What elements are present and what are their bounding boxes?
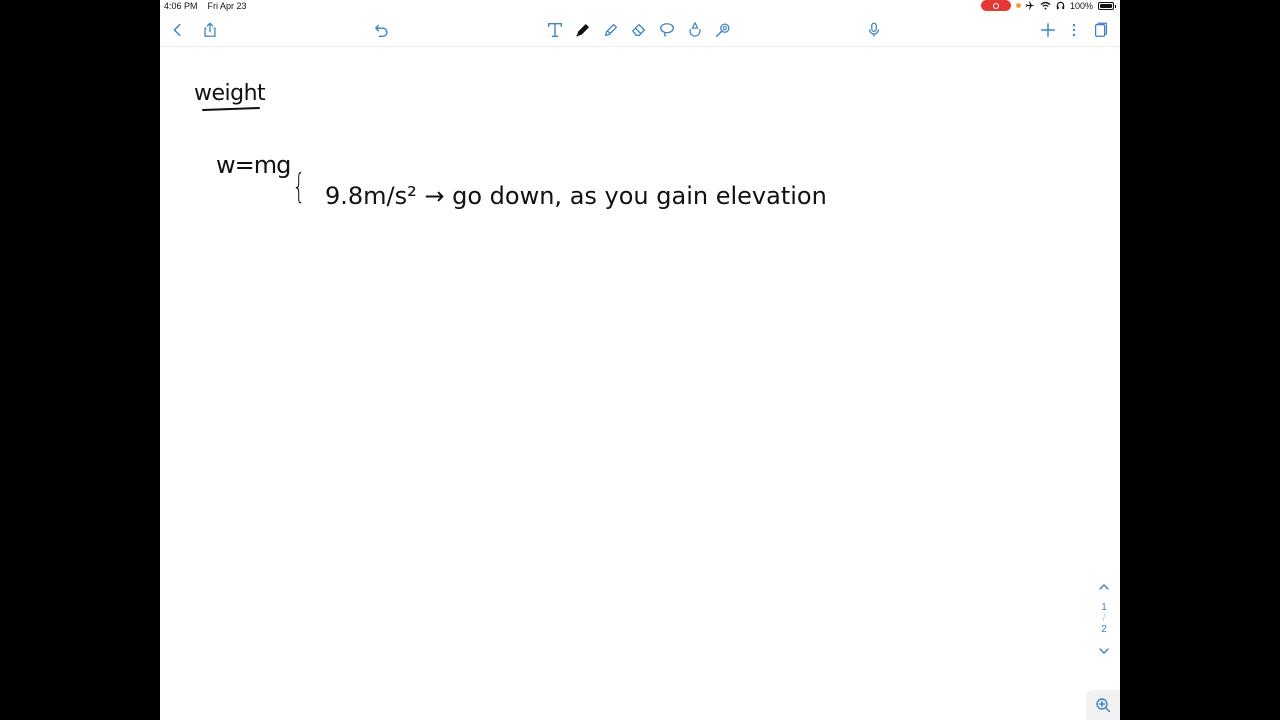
page-thumbnails-button[interactable] [1089, 18, 1113, 42]
screen-record-indicator[interactable] [980, 0, 1011, 11]
back-button[interactable] [166, 18, 190, 42]
handwritten-title: weight [194, 81, 266, 106]
share-button[interactable] [198, 18, 222, 42]
mic-in-use-dot [1015, 3, 1021, 8]
status-date: Fri Apr 23 [207, 1, 247, 11]
title-underline [201, 106, 261, 112]
chevron-up-icon [1099, 584, 1109, 590]
add-page-icon [1040, 22, 1056, 38]
lasso-tool-icon [660, 23, 674, 37]
pen-tool-icon [576, 23, 590, 37]
battery-icon [1098, 1, 1116, 10]
microphone-button[interactable] [862, 18, 886, 42]
airplane-icon [1026, 1, 1035, 10]
next-page-button[interactable] [1098, 642, 1110, 660]
chevron-down-icon [1099, 648, 1109, 654]
more-options-icon [1072, 23, 1076, 37]
undo-button[interactable] [370, 18, 394, 42]
zoom-in-icon [1096, 698, 1111, 713]
page-thumbnails-icon [1094, 22, 1108, 37]
page-navigator: 1 / 2 [1094, 578, 1114, 668]
headphones-icon [1056, 1, 1065, 10]
share-icon [204, 22, 216, 37]
battery-percent: 100% [1069, 0, 1093, 11]
notes-app: 4:06 PM Fri Apr 23 100% weight w=mg {9.… [160, 0, 1120, 720]
shapes-tool-button[interactable] [683, 18, 707, 42]
pen-tool-button[interactable] [571, 18, 595, 42]
eraser-tool-icon [632, 23, 646, 37]
add-page-button[interactable] [1036, 18, 1060, 42]
toolbar [160, 14, 1120, 47]
wifi-icon [1040, 1, 1051, 10]
more-options-button[interactable] [1062, 18, 1086, 42]
back-icon [173, 23, 181, 37]
highlighter-tool-button[interactable] [599, 18, 623, 42]
lasso-tool-button[interactable] [655, 18, 679, 42]
text-tool-icon [548, 23, 562, 37]
status-time: 4:06 PM [164, 1, 198, 11]
previous-page-button[interactable] [1098, 578, 1110, 596]
page-separator: / [1102, 613, 1106, 624]
handwritten-formula: w=mg [216, 151, 291, 179]
laser-pointer-icon [715, 23, 730, 38]
laser-pointer-button[interactable] [711, 18, 735, 42]
zoom-button[interactable] [1086, 690, 1120, 720]
text-tool-button[interactable] [543, 18, 567, 42]
highlighter-tool-icon [604, 23, 618, 37]
total-page-count: 2 [1101, 624, 1107, 635]
handwritten-brace: { [292, 167, 306, 207]
status-bar: 4:06 PM Fri Apr 23 100% [160, 0, 1120, 13]
shapes-tool-icon [689, 22, 701, 37]
microphone-icon [868, 22, 880, 37]
eraser-tool-button[interactable] [627, 18, 651, 42]
note-canvas[interactable]: weight w=mg { 9.8m/s² → go down, as you … [160, 47, 1120, 720]
battery-fill [1100, 3, 1112, 8]
record-icon [992, 2, 999, 9]
undo-icon [375, 24, 388, 37]
handwritten-note-line: 9.8m/s² → go down, as you gain elevation [325, 182, 827, 210]
